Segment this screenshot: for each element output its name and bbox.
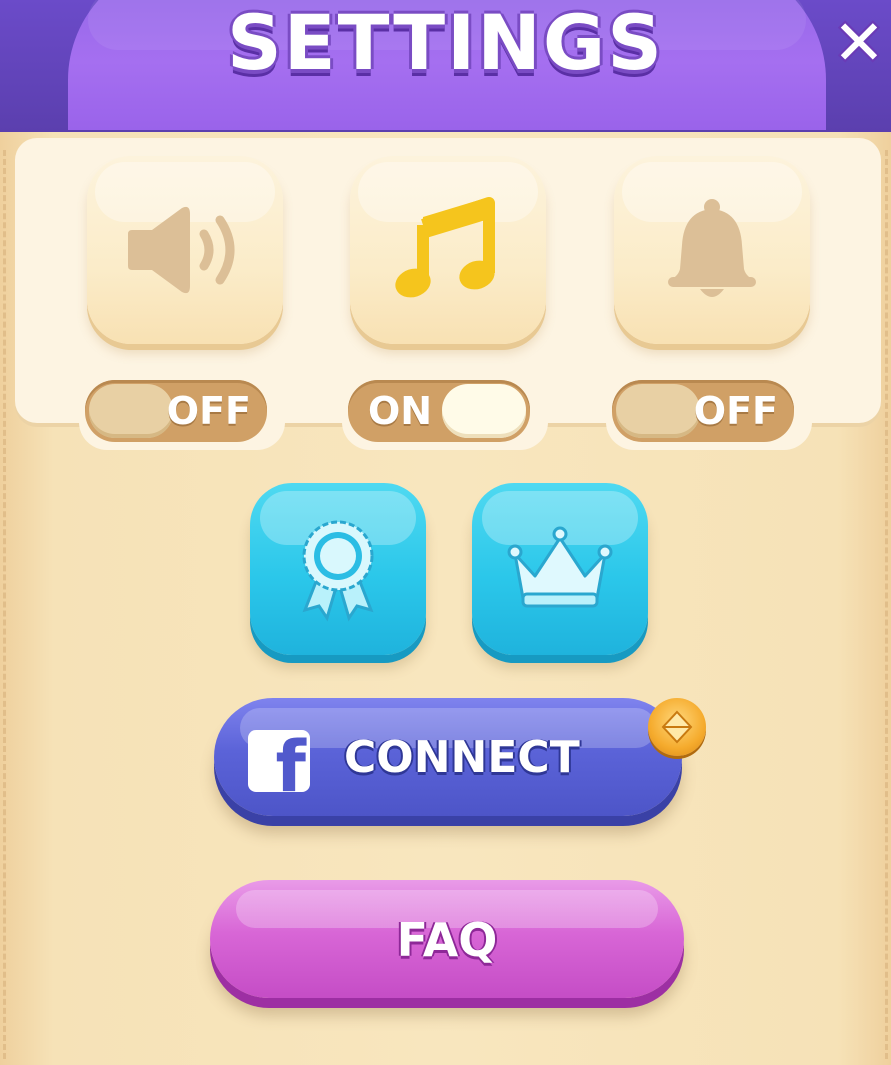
right-border-stitch <box>885 150 888 1059</box>
facebook-connect-button[interactable]: f CONNECT <box>214 698 682 816</box>
header-bar: SETTINGS ✕ <box>0 0 891 132</box>
sound-toggle[interactable]: OFF <box>85 380 267 442</box>
crown-icon <box>507 526 613 608</box>
sound-toggle-label: OFF <box>166 389 251 433</box>
notification-toggle-label: OFF <box>693 389 778 433</box>
bell-icon <box>668 199 756 297</box>
notification-toggle[interactable]: OFF <box>612 380 794 442</box>
gem-icon <box>661 710 693 744</box>
toggle-knob[interactable] <box>442 384 526 438</box>
left-border-stitch <box>3 150 6 1059</box>
leaderboard-button[interactable] <box>472 483 648 655</box>
faq-label: FAQ <box>396 913 498 967</box>
speaker-icon <box>128 206 235 294</box>
notification-button[interactable] <box>614 156 810 344</box>
close-button[interactable]: ✕ <box>827 8 891 78</box>
faq-button[interactable]: FAQ <box>210 880 684 998</box>
music-toggle[interactable]: ON <box>348 380 530 442</box>
connect-label: CONNECT <box>344 732 580 783</box>
page-title: SETTINGS <box>226 0 665 87</box>
notification-toggle-wrap: OFF <box>606 372 812 450</box>
achievements-button[interactable] <box>250 483 426 655</box>
ribbon-award-icon <box>302 520 374 622</box>
facebook-icon: f <box>248 730 310 792</box>
sound-button[interactable] <box>87 156 283 344</box>
music-button[interactable] <box>350 156 546 344</box>
gem-coin-icon <box>648 698 706 756</box>
toggle-knob[interactable] <box>89 384 173 438</box>
music-toggle-label: ON <box>368 389 433 433</box>
music-toggle-wrap: ON <box>342 372 548 450</box>
toggle-knob[interactable] <box>616 384 700 438</box>
music-note-icon <box>395 197 495 298</box>
sound-toggle-wrap: OFF <box>79 372 285 450</box>
